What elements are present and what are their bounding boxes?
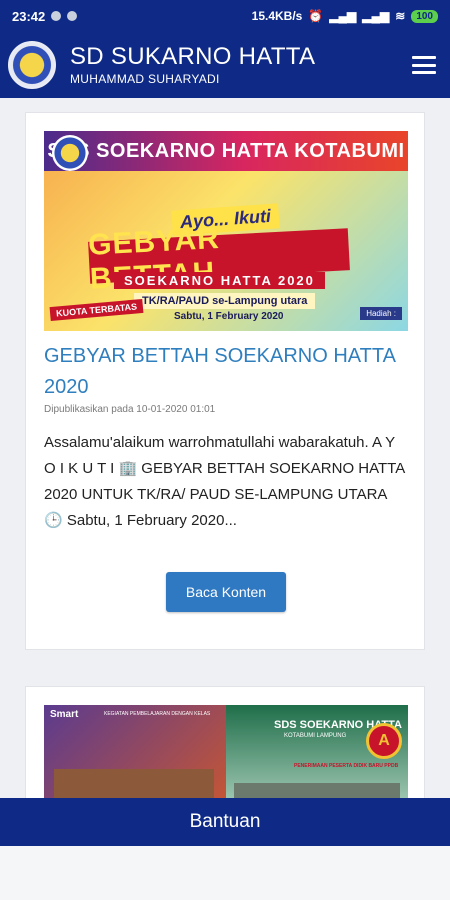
banner-tag: KEGIATAN PEMBELAJARAN DENGAN KELAS	[104, 711, 211, 717]
post-card: Smart KEGIATAN PEMBELAJARAN DENGAN KELAS…	[25, 686, 425, 798]
banner-strip: SDS SOEKARNO HATTA KOTABUMI	[44, 131, 408, 171]
post-list[interactable]: SDS SOEKARNO HATTA KOTABUMI Ayo... Ikuti…	[0, 98, 450, 798]
post-banner-image[interactable]: Smart KEGIATAN PEMBELAJARAN DENGAN KELAS…	[44, 705, 408, 798]
status-left: 23:42	[12, 8, 78, 24]
banner-smart: Smart	[50, 709, 79, 720]
signal-icon-2: ▂▄▆	[362, 9, 390, 23]
alarm-icon: ⏰	[308, 9, 324, 23]
accreditation-badge: A	[366, 723, 402, 759]
read-content-button[interactable]: Baca Konten	[166, 572, 286, 612]
banner-subtitle: KOTABUMI LAMPUNG	[284, 733, 347, 739]
notification-icon-2	[67, 11, 78, 21]
app-header: SD SUKARNO HATTA MUHAMMAD SUHARYADI	[0, 32, 450, 98]
banner-photo-2	[234, 783, 400, 798]
signal-icon: ▂▄▆	[329, 9, 357, 23]
banner-ppdb: PENERIMAAN PESERTA DIDIK BARU PPDB	[294, 763, 399, 769]
hamburger-menu-icon[interactable]	[412, 56, 436, 74]
post-date: Dipublikasikan pada 10-01-2020 01:01	[44, 404, 216, 415]
banner-info: TK/RA/PAUD se-Lampung utara	[134, 293, 316, 309]
school-logo	[8, 41, 56, 89]
app-subtitle: MUHAMMAD SUHARYADI	[70, 72, 220, 86]
help-button[interactable]: Bantuan	[0, 798, 450, 846]
status-time: 23:42	[12, 8, 46, 24]
help-label: Bantuan	[189, 811, 261, 832]
banner-seal	[52, 135, 88, 171]
status-right: 15.4KB/s ⏰ ▂▄▆ ▂▄▆ ≋ 100	[252, 9, 438, 23]
post-title[interactable]: GEBYAR BETTAH SOEKARNO HATTA 2020	[44, 341, 408, 403]
app-title: SD SUKARNO HATTA	[70, 43, 316, 70]
post-banner-image[interactable]: SDS SOEKARNO HATTA KOTABUMI Ayo... Ikuti…	[44, 131, 408, 331]
banner-date: Sabtu, 1 February 2020	[174, 311, 284, 322]
net-speed: 15.4KB/s	[251, 9, 303, 23]
post-card: SDS SOEKARNO HATTA KOTABUMI Ayo... Ikuti…	[25, 112, 425, 650]
system-nav-bar	[0, 846, 450, 900]
banner-kuota: KUOTA TERBATAS	[49, 298, 144, 322]
status-bar: 23:42 15.4KB/s ⏰ ▂▄▆ ▂▄▆ ≋ 100	[0, 0, 450, 32]
battery-icon: 100	[411, 9, 438, 23]
notification-icon	[51, 11, 62, 21]
header-titles: SD SUKARNO HATTA MUHAMMAD SUHARYADI	[70, 43, 316, 87]
banner-hadiah: Hadiah :	[360, 307, 402, 320]
post-excerpt: Assalamu'alaikum warrohmatullahi wabarak…	[44, 434, 405, 529]
wifi-icon: ≋	[395, 9, 406, 23]
banner-photo	[54, 769, 214, 798]
banner-sub: SOEKARNO HATTA 2020	[114, 272, 325, 289]
